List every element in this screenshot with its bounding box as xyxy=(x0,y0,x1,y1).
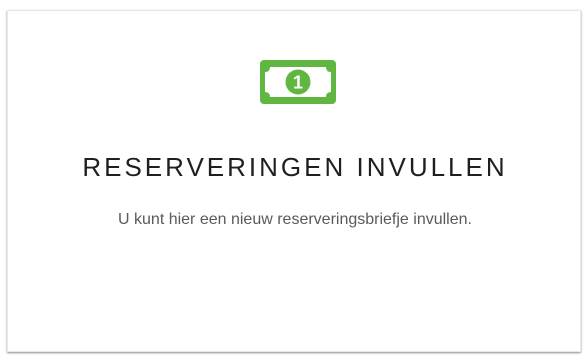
card-description: U kunt hier een nieuw reserveringsbriefj… xyxy=(118,211,472,228)
money-bill-icon: 1 xyxy=(260,60,336,104)
bill-digit: 1 xyxy=(293,73,303,93)
card-title: RESERVERINGEN INVULLEN xyxy=(82,152,508,182)
reservation-card[interactable]: 1 RESERVERINGEN INVULLEN U kunt hier een… xyxy=(7,10,581,352)
